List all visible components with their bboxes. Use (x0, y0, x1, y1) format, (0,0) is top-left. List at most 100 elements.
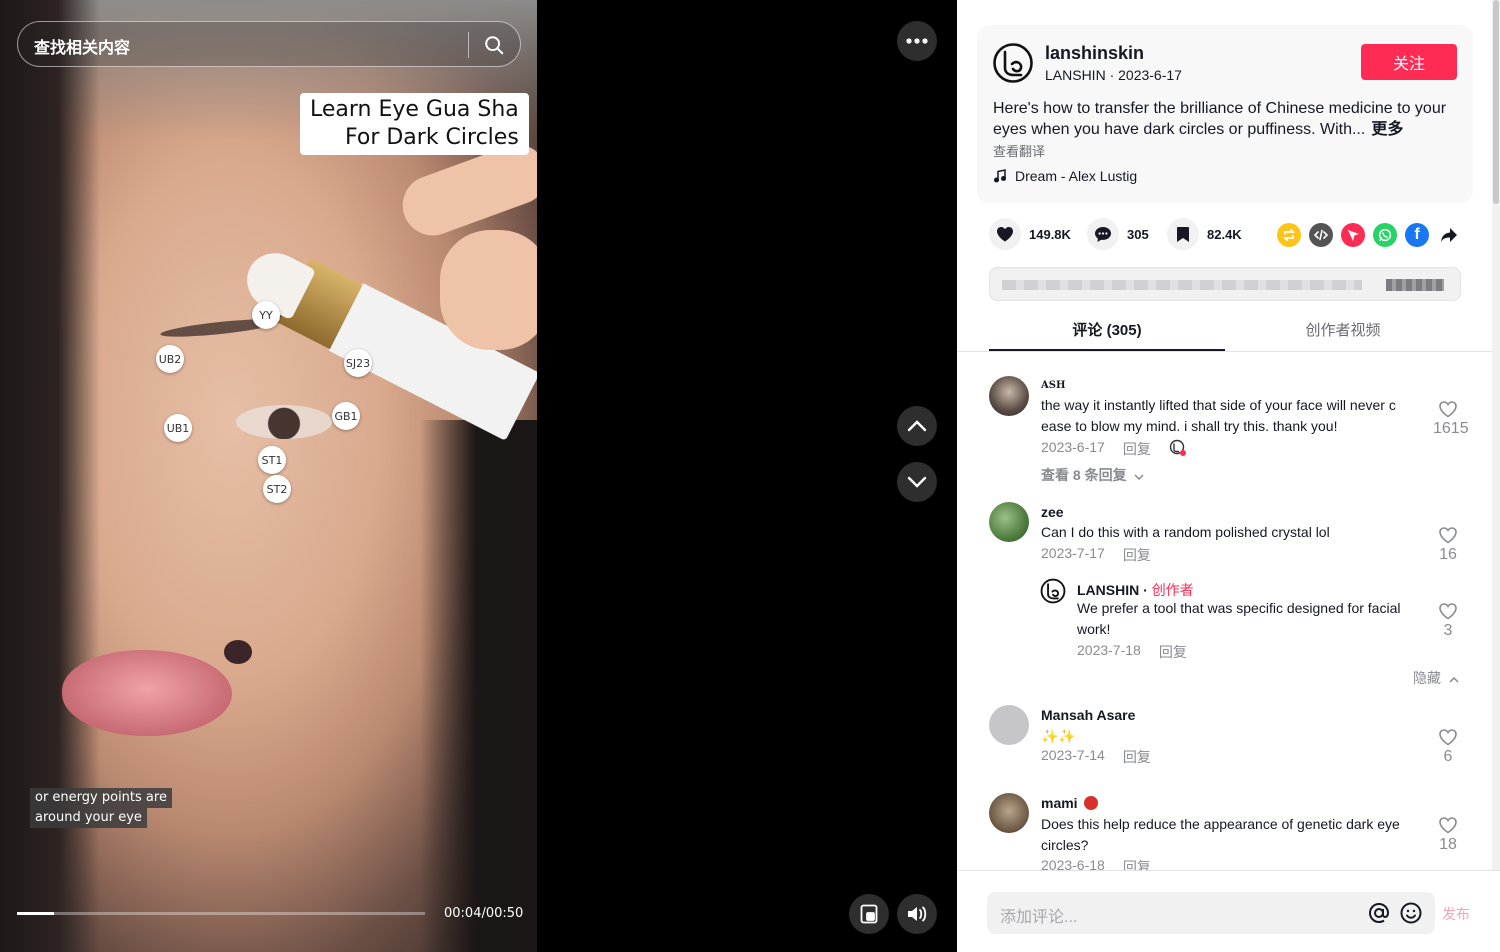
heart-outline-icon (1439, 603, 1457, 620)
heart-icon (997, 227, 1013, 242)
embed-code-icon[interactable] (1309, 223, 1333, 247)
heart-outline-icon (1439, 401, 1457, 418)
heart-outline-icon (1439, 527, 1457, 544)
video-lips (62, 650, 232, 736)
comment-text: Does this help reduce the appearance of … (1041, 814, 1421, 856)
comment-author-name: mami (1041, 795, 1078, 811)
comment-like[interactable]: 6 (1433, 728, 1463, 766)
post-comment-button[interactable]: 发布 (1442, 904, 1470, 924)
video-progress-bar[interactable] (17, 912, 425, 915)
whatsapp-icon[interactable] (1373, 223, 1397, 247)
app-root: YY UB2 SJ23 GB1 UB1 ST1 ST2 Learn Eye Gu… (0, 0, 1500, 952)
avatar[interactable] (1040, 578, 1066, 604)
video-frame[interactable]: YY UB2 SJ23 GB1 UB1 ST1 ST2 Learn Eye Gu… (0, 0, 537, 952)
comment-action[interactable]: 305 (1087, 218, 1149, 250)
send-to-friends-icon[interactable] (1341, 223, 1365, 247)
video-caption-line: or energy points are (30, 788, 172, 808)
devil-emoji-icon (1084, 796, 1099, 810)
mention-icon[interactable] (1367, 901, 1391, 925)
follow-button[interactable]: 关注 (1361, 44, 1457, 80)
reply-author[interactable]: LANSHIN · 创作者 (1077, 580, 1194, 600)
description-more-link[interactable]: 更多 (1371, 121, 1403, 138)
music-title: Dream - Alex Lustig (1015, 168, 1138, 184)
comment-date: 2023-7-17 (1041, 545, 1105, 561)
hide-replies-link[interactable]: 隐藏 (1413, 668, 1459, 688)
search-bar[interactable]: 查找相关内容 (17, 21, 521, 67)
reply-button[interactable]: 回复 (1123, 857, 1151, 870)
video-caption: or energy points are around your eye (30, 788, 172, 828)
video-title-line: Learn Eye Gua Sha (310, 96, 519, 124)
video-progress-fill (17, 912, 54, 915)
avatar[interactable] (989, 793, 1029, 833)
share-more-icon[interactable] (1437, 223, 1461, 247)
chevron-up-icon (907, 420, 927, 432)
reply-button[interactable]: 回复 (1159, 642, 1187, 662)
reply-like-count: 3 (1443, 622, 1453, 639)
copy-link-button[interactable] (1386, 279, 1444, 291)
chevron-down-icon (1134, 474, 1144, 481)
comment-like[interactable]: 18 (1433, 816, 1463, 854)
comment-meta: 2023-7-17 回复 (1041, 545, 1151, 565)
chevron-down-icon (907, 476, 927, 488)
comment-meta: 2023-6-18 回复 (1041, 857, 1151, 870)
search-icon[interactable] (483, 34, 505, 56)
picture-in-picture-button[interactable] (849, 894, 889, 934)
search-divider (468, 32, 469, 58)
previous-video-button[interactable] (897, 406, 937, 446)
comment-text-line: the way it instantly lifted that side of… (1041, 397, 1396, 413)
comment-text-line: Does this help reduce the appearance of … (1041, 816, 1400, 832)
author-avatar[interactable] (992, 42, 1034, 84)
video-info-card: lanshinskin LANSHIN · 2023-6-17 关注 Here'… (977, 25, 1473, 203)
comment-input[interactable]: 添加评论... (987, 892, 1435, 934)
comment-author[interactable]: zee (1041, 504, 1064, 520)
comment-like-count: 1615 (1433, 420, 1469, 437)
comment-like-count: 16 (1439, 546, 1457, 563)
comment-text-line: ease to blow my mind. i shall try this. … (1041, 418, 1338, 434)
comment-text: ✨✨ (1041, 728, 1076, 744)
like-count: 149.8K (1029, 226, 1071, 242)
next-video-button[interactable] (897, 462, 937, 502)
like-action[interactable]: 149.8K (989, 218, 1071, 250)
comment-meta: 2023-7-14 回复 (1041, 747, 1151, 767)
tab-creator-videos[interactable]: 创作者视频 (1225, 318, 1461, 344)
copy-link-field[interactable] (989, 267, 1461, 301)
emoji-icon[interactable] (1399, 901, 1423, 925)
author-username[interactable]: lanshinskin (1045, 43, 1144, 64)
save-action[interactable]: 82.4K (1167, 218, 1242, 250)
avatar[interactable] (989, 502, 1029, 542)
comment-like[interactable]: 1615 (1433, 400, 1469, 438)
more-options-button[interactable] (897, 21, 937, 61)
music-link[interactable]: Dream - Alex Lustig (993, 168, 1137, 184)
reply-like[interactable]: 3 (1433, 602, 1463, 640)
comment-icon (1095, 226, 1111, 242)
comment-tabs: 评论 (305) 创作者视频 (989, 318, 1461, 352)
reply-text-line: work! (1077, 621, 1111, 637)
comment-author[interactable]: ASH (1041, 380, 1065, 391)
comment-count: 305 (1127, 226, 1149, 242)
avatar[interactable] (989, 705, 1029, 745)
link-url-redacted (1002, 280, 1362, 290)
reply-author-name: LANSHIN (1077, 582, 1140, 598)
reply-button[interactable]: 回复 (1123, 747, 1151, 767)
scrollbar-thumb[interactable] (1493, 0, 1499, 204)
action-bar: 149.8K 305 82.4K f (989, 218, 1469, 252)
volume-button[interactable] (897, 894, 937, 934)
view-replies-link[interactable]: 查看 8 条回复 (1041, 465, 1144, 485)
side-scrollbar[interactable] (1492, 0, 1500, 870)
repost-share-icon[interactable] (1277, 223, 1301, 247)
reply-button[interactable]: 回复 (1123, 545, 1151, 565)
comment-author[interactable]: mami (1041, 795, 1099, 811)
video-title-line: For Dark Circles (310, 124, 519, 152)
avatar[interactable] (989, 376, 1029, 416)
reply-button[interactable]: 回复 (1123, 439, 1151, 459)
search-placeholder: 查找相关内容 (34, 40, 131, 57)
video-eye (236, 405, 332, 439)
facebook-icon[interactable]: f (1405, 223, 1429, 247)
translate-link[interactable]: 查看翻译 (993, 141, 1045, 160)
reply-date: 2023-7-18 (1077, 642, 1141, 658)
comment-like[interactable]: 16 (1433, 526, 1463, 564)
tab-comments[interactable]: 评论 (305) (989, 318, 1225, 344)
comment-author[interactable]: Mansah Asare (1041, 707, 1135, 723)
tabs-divider (957, 351, 1492, 352)
heart-outline-icon (1439, 817, 1457, 834)
